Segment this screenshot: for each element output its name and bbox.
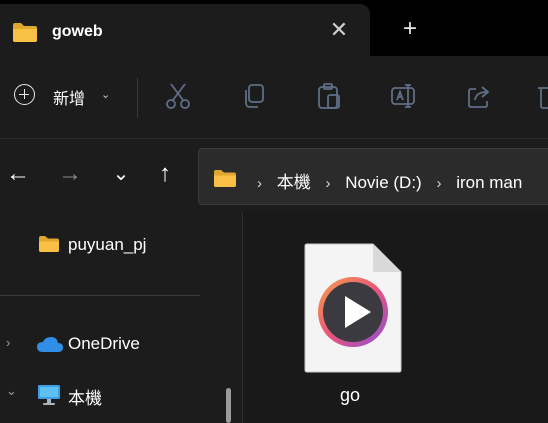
breadcrumb-separator: › [257,175,262,192]
this-pc-monitor-icon [37,384,61,411]
folder-icon [213,168,237,193]
media-play-file-icon [303,242,403,379]
onedrive-cloud-icon [36,336,64,359]
navigation-pane: puyuan_pj › OneDrive ⌄ 本機 [0,212,242,423]
chevron-down-icon: ⌄ [101,89,111,101]
sidebar-item-label: OneDrive [68,334,140,353]
file-list: go [243,212,548,423]
navigation-bar: ← → ⌄ ↑ › 本機 › Novie (D:) › iron man [0,139,548,211]
sidebar-item-this-pc[interactable]: ⌄ 本機 [0,379,220,409]
back-button[interactable]: ← [5,161,31,187]
breadcrumb: › 本機 › Novie (D:) › iron man [251,168,522,193]
new-button-label: 新增 [53,91,86,108]
file-item[interactable]: go [295,236,405,411]
tab-goweb[interactable]: goweb ✕ [0,4,370,56]
sidebar-item-onedrive[interactable]: › OneDrive [0,329,220,359]
new-tab-button[interactable]: + [398,17,422,41]
command-bar: 新增 ⌄ [0,56,548,139]
up-button[interactable]: ↑ [152,161,178,187]
breadcrumb-separator: › [325,175,331,192]
copy-icon[interactable] [241,82,267,110]
title-bar: goweb ✕ + [0,0,548,56]
chevron-right-icon[interactable]: › [6,335,10,350]
breadcrumb-item-folder[interactable]: iron man [456,173,522,192]
sidebar-scrollbar[interactable] [226,388,231,423]
share-icon[interactable] [466,82,492,110]
address-bar[interactable]: › 本機 › Novie (D:) › iron man [198,148,548,205]
delete-icon[interactable] [538,82,548,110]
breadcrumb-item-drive[interactable]: Novie (D:) [345,173,422,192]
sidebar-item-label: 本機 [68,389,102,408]
forward-button[interactable]: → [57,161,83,187]
cut-icon[interactable] [165,82,191,110]
paste-icon[interactable] [316,82,342,110]
folder-icon [38,235,60,258]
breadcrumb-separator: › [436,175,442,192]
tab-title: goweb [52,23,103,40]
sidebar-divider [0,295,200,296]
file-name: go [339,385,361,405]
chevron-down-icon[interactable]: ⌄ [6,383,17,399]
toolbar-divider [137,78,138,118]
add-circle-icon [14,84,35,105]
close-icon[interactable]: ✕ [329,19,349,41]
rename-icon[interactable] [390,82,416,110]
recent-locations-button[interactable]: ⌄ [108,161,134,187]
sidebar-item-puyuan-pj[interactable]: puyuan_pj [0,230,220,260]
breadcrumb-item-this-pc[interactable]: 本機 [277,173,311,192]
folder-icon [12,21,38,48]
sidebar-item-label: puyuan_pj [68,235,147,254]
